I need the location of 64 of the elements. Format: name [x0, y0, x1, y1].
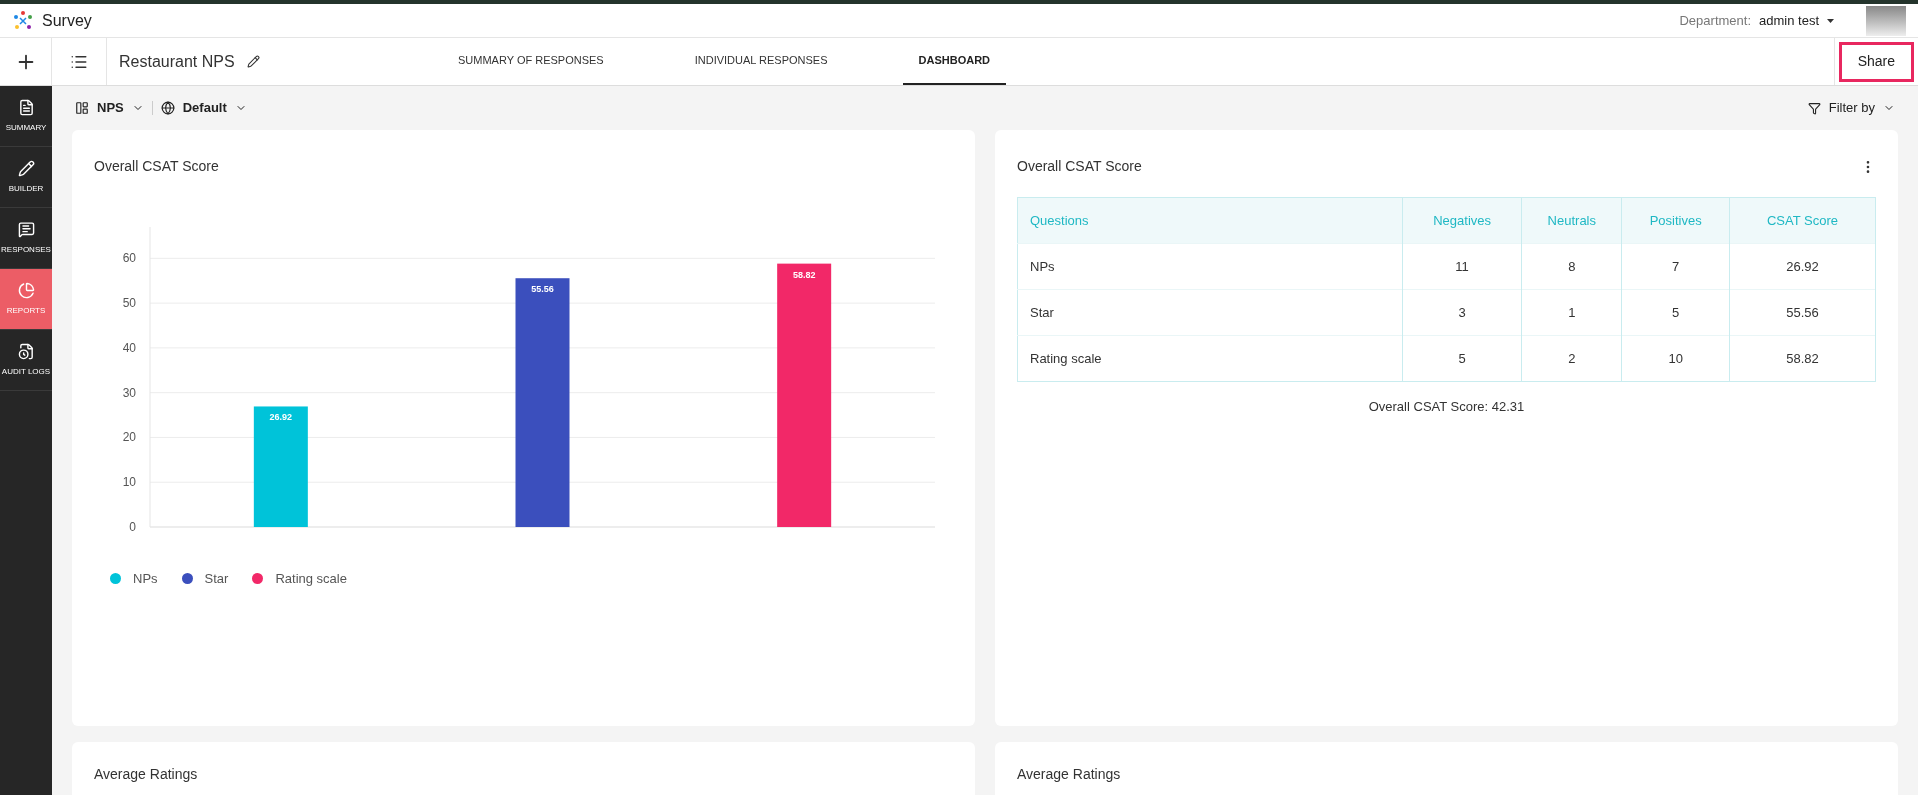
table-cell: 10: [1621, 335, 1730, 382]
sidebar-item[interactable]: SUMMARY: [0, 86, 52, 147]
axis-tick-label: 10: [122, 475, 136, 490]
axis-tick-label: 60: [122, 251, 136, 266]
audit-icon: [17, 342, 35, 360]
reports-icon: [17, 281, 35, 299]
table-cell: 1: [1521, 289, 1622, 336]
table-cell: 7: [1621, 243, 1730, 290]
legend-label: NPs: [133, 570, 158, 588]
card-title: Average Ratings: [1017, 766, 1121, 782]
column-header: Questions: [1017, 197, 1403, 244]
app-name: Survey: [42, 10, 92, 31]
axis-tick-label: 40: [122, 340, 136, 355]
table-cell: 5: [1402, 335, 1522, 382]
column-header: Neutrals: [1521, 197, 1622, 244]
table-cell: NPs: [1017, 243, 1403, 290]
bar-value-label: 26.92: [269, 412, 293, 423]
column-header: Positives: [1621, 197, 1730, 244]
department-dropdown[interactable]: admin test: [1759, 10, 1834, 31]
card-title: Average Ratings: [94, 766, 198, 782]
table-cell: 2: [1521, 335, 1622, 382]
legend-label: Star: [204, 570, 229, 588]
card-title: Overall CSAT Score: [1017, 157, 1142, 176]
globe-icon: [160, 101, 175, 115]
table-cell: 55.56: [1729, 289, 1876, 336]
tab[interactable]: INDIVIDUAL RESPONSES: [678, 38, 844, 85]
layout-icon: [75, 101, 89, 115]
avatar[interactable]: [1866, 5, 1906, 36]
axis-tick-label: 50: [122, 296, 136, 311]
axis-tick-label: 0: [129, 520, 136, 534]
summary-icon: [17, 98, 35, 116]
survey-title: Restaurant NPS: [119, 51, 235, 72]
table-cell: 3: [1402, 289, 1522, 336]
table-cell: 5: [1621, 289, 1730, 336]
sidebar-item[interactable]: BUILDER: [0, 147, 52, 208]
bar-value-label: 55.56: [531, 284, 554, 295]
tab[interactable]: DASHBOARD: [902, 38, 1007, 85]
table-cell: 58.82: [1729, 335, 1876, 382]
overall-score-text: Overall CSAT Score: 42.31: [1368, 399, 1525, 414]
share-button[interactable]: Share: [1838, 41, 1914, 82]
table-cell: 11: [1402, 243, 1522, 290]
department-label: Department:: [1679, 11, 1751, 30]
language-dropdown[interactable]: Default: [160, 98, 247, 118]
tab[interactable]: SUMMARY OF RESPONSES: [442, 38, 620, 85]
axis-tick-label: 20: [122, 430, 136, 445]
table-cell: Rating scale: [1017, 335, 1403, 382]
sidebar-item[interactable]: AUDIT LOGS: [0, 330, 52, 391]
table-cell: 26.92: [1729, 243, 1876, 290]
column-header: Negatives: [1402, 197, 1522, 244]
edit-icon[interactable]: [246, 55, 260, 68]
filter-dropdown[interactable]: Filter by: [1807, 98, 1895, 118]
table-cell: Star: [1017, 289, 1403, 336]
table-cell: 8: [1521, 243, 1622, 290]
axis-tick-label: 30: [122, 385, 136, 400]
bar-value-label: 58.82: [792, 269, 816, 280]
logo-icon: [12, 9, 34, 32]
responses-icon: [17, 220, 35, 238]
builder-icon: [17, 159, 35, 177]
legend-label: Rating scale: [275, 570, 347, 588]
view-dropdown[interactable]: NPS: [75, 98, 144, 118]
column-header: CSAT Score: [1729, 197, 1876, 244]
caret-icon: [1827, 18, 1834, 23]
filter-icon: [1807, 101, 1821, 115]
card-title: Overall CSAT Score: [94, 157, 220, 176]
